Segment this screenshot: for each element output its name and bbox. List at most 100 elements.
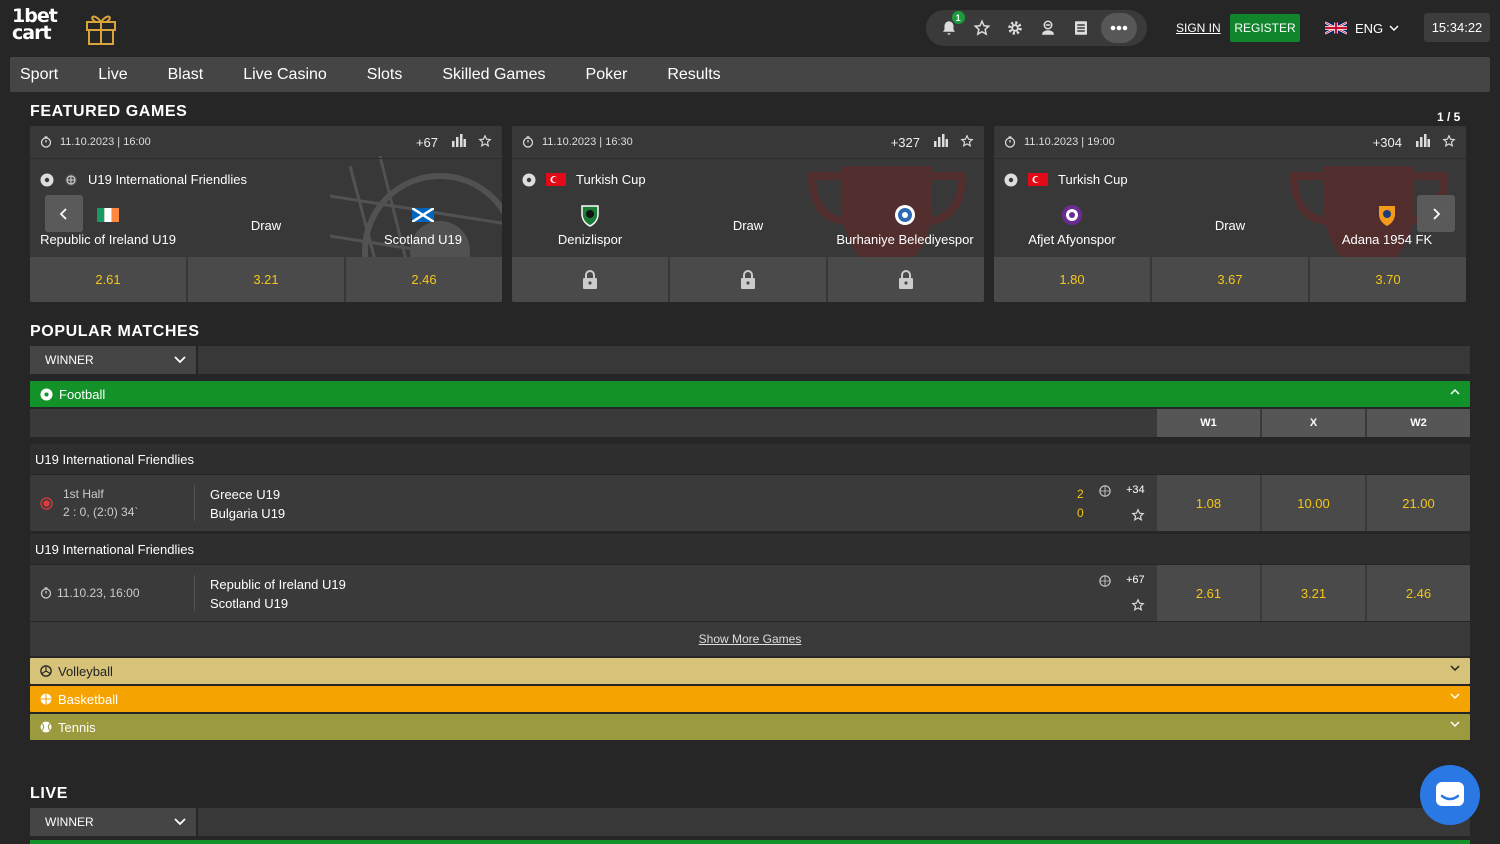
featured-card[interactable]: 11.10.2023 | 16:00 +67 U19 International…	[30, 126, 502, 302]
lock-icon	[899, 270, 913, 289]
header-icon-bar: 1	[926, 10, 1147, 46]
more-options-icon[interactable]	[1101, 13, 1138, 43]
chevron-down-icon	[1450, 665, 1460, 672]
sport-bar-basketball[interactable]: Basketball	[30, 686, 1470, 712]
settings-gear-icon[interactable]	[1002, 15, 1028, 41]
odd-x[interactable]: 3.21	[188, 257, 344, 302]
sport-name: Volleyball	[58, 663, 113, 679]
away-team-name: Scotland U19	[383, 232, 463, 247]
sign-in-link[interactable]: SIGN IN	[1176, 21, 1221, 35]
away-team: Burhaniye Belediyespor	[825, 204, 984, 247]
nav-item-skilled-games[interactable]: Skilled Games	[442, 66, 545, 84]
stats-icon[interactable]	[934, 134, 948, 150]
stopwatch-icon	[522, 136, 534, 148]
football-icon	[1004, 173, 1018, 187]
featured-card[interactable]: 11.10.2023 | 16:30 +327 Turkish Cup Deni…	[512, 126, 984, 302]
nav-item-live-casino[interactable]: Live Casino	[243, 66, 327, 84]
sport-bar-football[interactable]: Football	[30, 381, 1470, 407]
register-button[interactable]: REGISTER	[1230, 14, 1300, 42]
live-indicator-icon	[40, 496, 53, 510]
favorite-star-icon[interactable]	[960, 133, 974, 151]
sport-bar-tennis[interactable]: Tennis	[30, 714, 1470, 740]
away-team-name: Bulgaria U19	[210, 506, 286, 521]
more-markets-count[interactable]: +34	[1126, 484, 1145, 496]
odd-w2[interactable]: 2.46	[1367, 565, 1470, 621]
match-period: 1st Half	[63, 487, 104, 501]
card-competition: Turkish Cup	[1004, 172, 1128, 187]
competition-header: U19 International Friendlies	[30, 534, 1470, 564]
sport-bar-volleyball[interactable]: Volleyball	[30, 658, 1470, 684]
market-select-value: WINNER	[45, 353, 94, 367]
card-competition: Turkish Cup	[522, 172, 646, 187]
football-icon	[40, 173, 54, 187]
notification-badge: 1	[951, 11, 965, 24]
nav-item-blast[interactable]: Blast	[168, 66, 204, 84]
more-markets-count[interactable]: +67	[1126, 574, 1145, 586]
nav-item-slots[interactable]: Slots	[367, 66, 403, 84]
column-header-x: X	[1262, 409, 1365, 437]
chat-support-button[interactable]	[1420, 765, 1480, 825]
odd-w1[interactable]: 1.08	[1157, 475, 1260, 531]
nav-item-results[interactable]: Results	[667, 66, 720, 84]
competition-header: U19 International Friendlies	[30, 444, 1470, 474]
live-market-select[interactable]: WINNER	[30, 808, 196, 836]
market-filter-bar	[198, 346, 1470, 374]
odd-w2[interactable]: 21.00	[1367, 475, 1470, 531]
scotland-flag-icon	[343, 204, 502, 226]
favorite-star-icon[interactable]	[1131, 508, 1145, 522]
lock-icon	[741, 270, 755, 289]
carousel-next-button[interactable]	[1417, 195, 1455, 232]
volleyball-icon	[40, 665, 52, 677]
team-crest-icon	[825, 204, 984, 226]
favorite-star-icon[interactable]	[478, 133, 492, 151]
chevron-down-icon	[1389, 25, 1399, 31]
stopwatch-icon	[1004, 136, 1016, 148]
show-more-games-link[interactable]: Show More Games	[30, 622, 1470, 656]
featured-pager: 1 / 5	[1437, 110, 1461, 124]
odd-x[interactable]: 3.67	[1152, 257, 1308, 302]
odd-w1[interactable]: 2.61	[30, 257, 186, 302]
match-row[interactable]: 11.10.23, 16:00 Republic of Ireland U19 …	[30, 565, 1470, 621]
chevron-up-icon	[1450, 388, 1460, 395]
odd-w2[interactable]: 3.70	[1310, 257, 1466, 302]
betslip-list-icon[interactable]	[1068, 15, 1094, 41]
card-datetime: 11.10.2023 | 19:00	[1024, 136, 1115, 148]
odd-w1[interactable]: 1.80	[994, 257, 1150, 302]
chat-icon	[1436, 782, 1464, 806]
odd-w1-locked[interactable]	[512, 257, 668, 302]
featured-card[interactable]: 11.10.2023 | 19:00 +304 Turkish Cup Afje…	[994, 126, 1466, 302]
away-team-name: Scotland U19	[210, 596, 289, 611]
language-selector[interactable]: ENG	[1318, 14, 1408, 42]
more-markets-count[interactable]: +304	[1373, 135, 1402, 150]
match-row[interactable]: 1st Half 2 : 0, (2:0) 34` Greece U19 Bul…	[30, 475, 1470, 531]
live-sport-bar	[30, 840, 1470, 844]
stats-icon[interactable]	[452, 134, 466, 150]
odd-w1[interactable]: 2.61	[1157, 565, 1260, 621]
odd-x[interactable]: 10.00	[1262, 475, 1365, 531]
agent-support-icon[interactable]	[1035, 15, 1061, 41]
sport-name: Football	[59, 386, 106, 402]
favorite-star-icon[interactable]	[1442, 133, 1456, 151]
nav-item-poker[interactable]: Poker	[586, 66, 628, 84]
more-markets-count[interactable]: +327	[891, 135, 920, 150]
odds-row	[512, 257, 984, 302]
more-markets-count[interactable]: +67	[416, 135, 438, 150]
favorite-star-icon[interactable]	[1131, 598, 1145, 612]
odd-w2[interactable]: 2.46	[346, 257, 502, 302]
match-teams: Republic of Ireland U19 Scotland U19	[210, 575, 346, 613]
favorites-star-icon[interactable]	[969, 15, 995, 41]
odd-w2-locked[interactable]	[828, 257, 984, 302]
site-logo[interactable]: 1bet cart	[12, 7, 58, 48]
nav-item-sport[interactable]: Sport	[20, 66, 58, 84]
nav-item-live[interactable]: Live	[98, 66, 127, 84]
chevron-left-icon	[59, 207, 67, 220]
odd-x[interactable]: 3.21	[1262, 565, 1365, 621]
notification-bell-icon[interactable]: 1	[936, 11, 965, 41]
home-team-name: Greece U19	[210, 487, 281, 502]
gift-icon[interactable]	[84, 10, 118, 46]
market-select[interactable]: WINNER	[30, 346, 196, 374]
home-team-name: Afjet Afyonspor	[1028, 232, 1116, 247]
carousel-prev-button[interactable]	[45, 195, 83, 232]
odd-x-locked[interactable]	[670, 257, 826, 302]
stats-icon[interactable]	[1416, 134, 1430, 150]
